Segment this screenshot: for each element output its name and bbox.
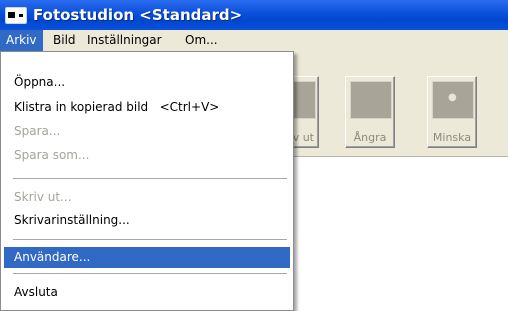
menu-save[interactable]: Spara... [4,121,290,142]
menu-paste-image[interactable]: Klistra in kopierad bild <Ctrl+V> [4,97,290,118]
camera-icon[interactable] [5,7,27,24]
menu-open-label: Öppna... [14,75,66,89]
menu-separator [13,178,287,180]
menu-save-as-label: Spara som... [14,148,90,162]
menu-print[interactable]: Skriv ut... [4,187,290,208]
file-menu: Öppna... Klistra in kopierad bild <Ctrl+… [0,51,294,311]
shrink-icon: ● [432,81,474,119]
undo-button[interactable]: Ångra [345,76,395,148]
undo-icon [350,81,392,119]
menu-save-as[interactable]: Spara som... [4,145,290,166]
menu-bild[interactable]: Bild [47,30,82,51]
menu-users[interactable]: Användare... [4,247,290,268]
menu-installningar[interactable]: Inställningar [81,30,168,51]
menu-users-label: Användare... [14,250,91,264]
menu-print-label: Skriv ut... [14,190,72,204]
title-bar: Fotostudion <Standard> [0,0,508,30]
menu-om[interactable]: Om... [179,30,224,51]
window-title: Fotostudion <Standard> [33,6,243,24]
menu-exit-label: Avsluta [14,285,58,299]
shrink-button-label: Minska [432,131,472,144]
undo-button-label: Ångra [353,131,387,144]
menu-separator [13,273,287,275]
menu-paste-image-label: Klistra in kopierad bild <Ctrl+V> [14,100,220,114]
menu-save-label: Spara... [14,124,61,138]
menu-separator [13,239,287,241]
menu-exit[interactable]: Avsluta [4,282,290,303]
menu-printer-setup-label: Skrivarinställning... [14,213,130,227]
menu-printer-setup[interactable]: Skrivarinställning... [4,210,290,231]
menu-open[interactable]: Öppna... [4,72,290,93]
shrink-button[interactable]: ● Minska [427,76,477,148]
menu-bar: Arkiv Bild Inställningar Om... [0,30,508,52]
menu-arkiv[interactable]: Arkiv [0,30,43,51]
